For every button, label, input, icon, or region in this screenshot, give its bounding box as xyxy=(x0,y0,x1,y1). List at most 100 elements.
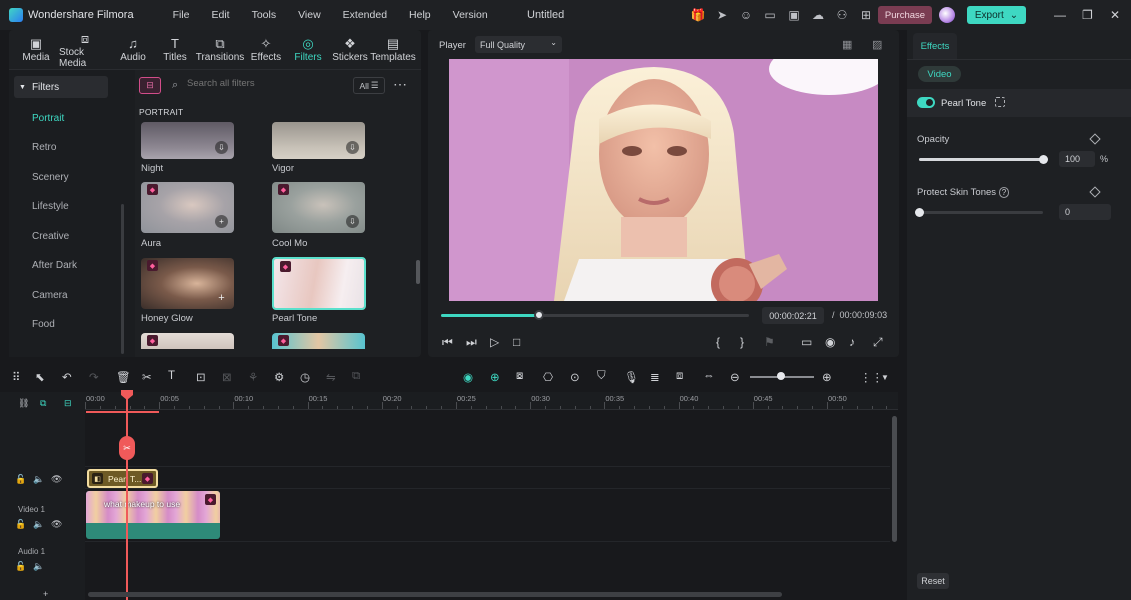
step-back-icon[interactable]: ⏮ xyxy=(442,335,453,350)
video-pill[interactable]: Video xyxy=(918,66,961,82)
download-icon[interactable]: ⇩ xyxy=(346,141,359,154)
menu-file[interactable]: File xyxy=(162,9,201,21)
mark-in-icon[interactable]: { xyxy=(716,335,720,349)
auto-ripple-icon[interactable]: ⧇ xyxy=(516,370,523,383)
sidebar-item-portrait[interactable]: Portrait xyxy=(32,113,64,124)
grid-view-icon[interactable]: ▦ xyxy=(842,38,852,51)
export-button[interactable]: Export ⌄ xyxy=(967,6,1026,24)
gift-icon[interactable]: 🎁 xyxy=(690,7,706,23)
sidebar-item-lifestyle[interactable]: Lifestyle xyxy=(32,201,69,212)
timeline-horizontal-scrollbar[interactable] xyxy=(88,592,782,597)
snap-icon[interactable]: ⊕ xyxy=(490,370,500,384)
split-scissors-icon[interactable]: ✂ xyxy=(142,370,152,384)
opacity-slider-knob[interactable] xyxy=(1039,155,1048,164)
support-icon[interactable]: ⚇ xyxy=(834,7,850,23)
track-settings-icon[interactable]: ⊟ xyxy=(64,398,72,409)
effect-clip[interactable]: ◧ Pearl T... ◆ xyxy=(87,469,158,488)
save-icon[interactable]: ▣ xyxy=(786,7,802,23)
tab-titles[interactable]: T Titles xyxy=(155,30,195,69)
effect-toggle[interactable] xyxy=(917,97,935,108)
camera-icon[interactable]: ◉ xyxy=(825,335,835,349)
ai-tool-icon[interactable]: ⚙ xyxy=(274,370,284,384)
filter-grid-scrollbar[interactable] xyxy=(416,260,420,284)
filter-thumb-vigor[interactable]: ⇩ xyxy=(272,122,365,159)
play-icon[interactable]: ▷ xyxy=(490,335,499,349)
mask-icon[interactable] xyxy=(995,97,1005,107)
delete-icon[interactable]: 🗑 xyxy=(116,370,131,384)
filter-thumb-honey-glow[interactable]: ◆ + xyxy=(141,258,234,309)
current-time[interactable]: 00:00:02:21 xyxy=(762,307,824,324)
track-layout-icon[interactable]: ⋮⋮ xyxy=(860,370,883,384)
sidebar-scrollbar[interactable] xyxy=(121,204,124,354)
opacity-slider-track[interactable] xyxy=(919,158,1043,161)
keyframe-diamond-icon[interactable] xyxy=(1089,133,1101,145)
opacity-value[interactable]: 100 xyxy=(1059,151,1095,167)
more-options-icon[interactable]: ⋯ xyxy=(393,76,407,93)
download-icon[interactable]: ⇩ xyxy=(346,215,359,228)
fit-icon[interactable]: ⇔ xyxy=(703,370,715,382)
layout-icon[interactable]: ⠿ xyxy=(12,370,20,384)
redo-icon[interactable]: ↷ xyxy=(89,370,99,384)
feedback-icon[interactable]: ☺ xyxy=(738,7,754,23)
fullscreen-icon[interactable]: ⤢ xyxy=(873,335,883,350)
step-forward-icon[interactable]: ⏭ xyxy=(466,335,477,350)
tab-stickers[interactable]: ❖ Stickers xyxy=(329,30,371,69)
text-icon[interactable]: T xyxy=(168,370,175,382)
video-preview[interactable] xyxy=(449,59,878,301)
menu-view[interactable]: View xyxy=(287,9,332,21)
group-icon[interactable]: ⧉ xyxy=(352,370,360,383)
keyframe-diamond-icon[interactable] xyxy=(1089,186,1101,198)
filter-thumb-pearl-tone[interactable]: ◆ xyxy=(272,257,366,310)
send-icon[interactable]: ➤ xyxy=(714,7,730,23)
keyframe-icon[interactable]: ⎔ xyxy=(543,370,553,384)
zoom-out-icon[interactable]: ⊖ xyxy=(730,370,740,384)
volume-icon[interactable]: ♪ xyxy=(849,335,855,349)
lock-icon[interactable]: 🔓 xyxy=(15,561,26,572)
sidebar-item-after-dark[interactable]: After Dark xyxy=(32,260,77,271)
sidebar-item-food[interactable]: Food xyxy=(32,319,55,330)
timeline-ruler[interactable]: 00:00 00:05 00:10 00:15 00:20 00:25 00:30 00:35… xyxy=(85,392,898,410)
render-preview-icon[interactable]: ◉ xyxy=(463,370,473,384)
protect-skin-slider-knob[interactable] xyxy=(915,208,924,217)
sidebar-item-scenery[interactable]: Scenery xyxy=(32,172,69,183)
avatar[interactable] xyxy=(939,7,955,23)
menu-help[interactable]: Help xyxy=(398,9,442,21)
lock-icon[interactable]: 🔓 xyxy=(15,519,26,530)
screen-icon[interactable]: ▭ xyxy=(762,7,778,23)
menu-tools[interactable]: Tools xyxy=(241,9,288,21)
protect-skin-value[interactable]: 0 xyxy=(1059,204,1111,220)
cloud-icon[interactable]: ☁ xyxy=(810,7,826,23)
zoom-slider-knob[interactable] xyxy=(777,372,785,380)
add-icon[interactable]: + xyxy=(215,291,228,304)
filter-thumb-partial[interactable]: ◆ xyxy=(272,333,365,349)
reframe-icon[interactable]: ⊠ xyxy=(222,370,232,384)
mute-icon[interactable]: 🔈 xyxy=(33,519,44,530)
sidebar-item-creative[interactable]: Creative xyxy=(32,231,69,242)
minimize-icon[interactable]: — xyxy=(1054,8,1066,22)
crop-icon[interactable]: ⊡ xyxy=(196,370,206,384)
sidebar-item-retro[interactable]: Retro xyxy=(32,142,56,153)
snapshot-image-icon[interactable]: ▨ xyxy=(872,38,882,51)
mute-icon[interactable]: 🔈 xyxy=(33,474,44,485)
tab-effects-properties[interactable]: Effects xyxy=(913,33,957,59)
tab-transitions[interactable]: ⧉ Transitions xyxy=(195,30,245,69)
filter-thumb-cool-mo[interactable]: ◆ ⇩ xyxy=(272,182,365,233)
add-icon[interactable]: + xyxy=(43,589,48,599)
playback-progress-track[interactable] xyxy=(441,314,749,317)
menu-edit[interactable]: Edit xyxy=(200,9,240,21)
marker-icon[interactable]: ⚑ xyxy=(764,335,775,349)
work-area-range[interactable] xyxy=(86,411,159,413)
filter-thumb-aura[interactable]: ◆ + xyxy=(141,182,234,233)
visibility-icon[interactable]: 👁 xyxy=(51,519,62,530)
subtitle-icon[interactable]: ≣ xyxy=(650,370,660,384)
add-icon[interactable]: + xyxy=(215,215,228,228)
tab-templates[interactable]: ▤ Templates xyxy=(370,30,416,69)
visibility-icon[interactable]: 👁 xyxy=(51,474,62,485)
lock-icon[interactable]: 🔓 xyxy=(15,474,26,485)
stop-icon[interactable]: □ xyxy=(513,335,520,349)
menu-version[interactable]: Version xyxy=(442,9,499,21)
undo-icon[interactable]: ↶ xyxy=(62,370,72,384)
mute-icon[interactable]: 🔈 xyxy=(33,561,44,572)
search-input[interactable] xyxy=(187,78,307,89)
tab-stock-media[interactable]: ⧈ Stock Media xyxy=(59,30,111,69)
